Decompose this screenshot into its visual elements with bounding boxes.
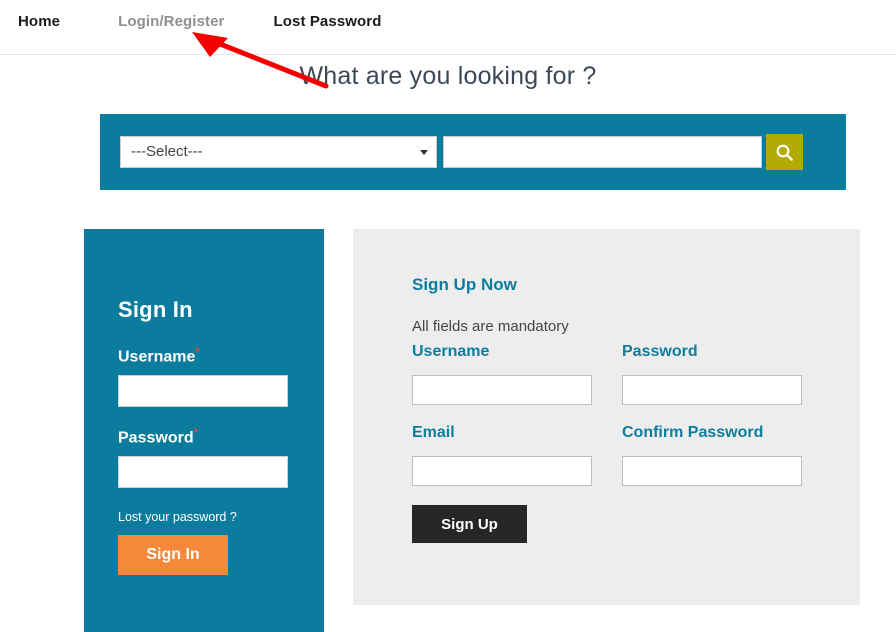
- sign-up-password-input[interactable]: [622, 375, 802, 405]
- sign-in-title: Sign In: [118, 297, 193, 322]
- top-navigation-bar: Home Login/Register Lost Password: [0, 0, 896, 55]
- sign-in-username-input[interactable]: [118, 375, 288, 407]
- sign-up-panel: Sign Up Now All fields are mandatory Use…: [353, 229, 860, 605]
- search-category-select[interactable]: ---Select---: [120, 136, 437, 168]
- sign-in-password-input[interactable]: [118, 456, 288, 488]
- sign-in-password-label-text: Password: [118, 429, 194, 447]
- sign-up-confirm-password-input[interactable]: [622, 456, 802, 486]
- nav-item-login-register[interactable]: Login/Register: [118, 13, 224, 30]
- lost-password-link[interactable]: Lost your password ?: [118, 510, 237, 524]
- sign-up-email-input[interactable]: [412, 456, 592, 486]
- sign-in-submit-button[interactable]: Sign In: [118, 535, 228, 575]
- sign-up-username-input[interactable]: [412, 375, 592, 405]
- sign-up-email-label: Email: [412, 424, 455, 441]
- sign-up-submit-button[interactable]: Sign Up: [412, 505, 527, 543]
- search-category-selected-value: ---Select---: [131, 143, 203, 160]
- page-title: What are you looking for ?: [299, 62, 597, 90]
- sign-up-mandatory-note: All fields are mandatory: [412, 318, 569, 335]
- search-submit-button[interactable]: [766, 134, 803, 170]
- sign-up-password-label: Password: [622, 343, 698, 360]
- sign-in-username-label-text: Username: [118, 348, 196, 366]
- sign-up-title: Sign Up Now: [412, 275, 517, 294]
- sign-in-username-label: Username*: [118, 346, 200, 366]
- sign-up-confirm-password-label: Confirm Password: [622, 424, 764, 441]
- chevron-down-icon: [420, 150, 428, 155]
- search-input[interactable]: [443, 136, 762, 168]
- search-band: ---Select---: [100, 114, 846, 190]
- nav-item-home[interactable]: Home: [18, 13, 60, 30]
- required-marker: *: [193, 427, 198, 439]
- nav-list: Home Login/Register Lost Password: [18, 13, 382, 30]
- nav-item-lost-password[interactable]: Lost Password: [274, 13, 382, 30]
- sign-up-username-label: Username: [412, 343, 490, 360]
- sign-in-password-label: Password*: [118, 427, 198, 447]
- sign-in-panel: Sign In Username* Password* Lost your pa…: [84, 229, 324, 632]
- required-marker: *: [195, 346, 200, 358]
- search-icon: [776, 144, 793, 161]
